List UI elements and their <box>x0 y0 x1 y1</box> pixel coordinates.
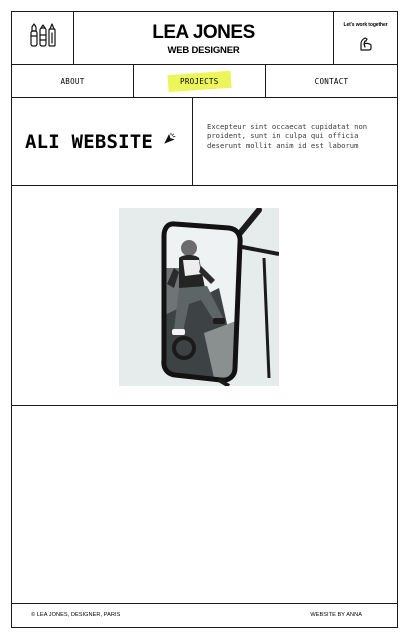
contact-cta[interactable]: Let's work together <box>333 12 397 64</box>
flexed-arm-icon <box>358 36 374 57</box>
cta-text: Let's work together <box>343 22 388 28</box>
content-spacer <box>12 407 397 604</box>
project-hero: ALI WEBSITE Excepteur sint occaecat cupi… <box>12 98 397 186</box>
project-title: ALI WEBSITE <box>25 130 154 153</box>
project-description: Excepteur sint occaecat cupidatat non pr… <box>207 122 368 150</box>
cursor-sparkle-icon <box>163 132 176 150</box>
logo[interactable] <box>12 12 74 64</box>
brand-role: WEB DESIGNER <box>167 45 240 56</box>
hero-title-cell: ALI WEBSITE <box>12 98 193 185</box>
brand-block[interactable]: LEA JONES WEB DESIGNER <box>74 12 333 64</box>
person-in-side-mirror-photo[interactable] <box>119 208 279 386</box>
nav-projects-label: PROJECTS <box>180 76 219 86</box>
nav-projects[interactable]: PROJECTS <box>134 65 266 97</box>
page-frame: LEA JONES WEB DESIGNER Let's work togeth… <box>11 11 398 628</box>
active-nav-highlight: PROJECTS <box>167 70 232 92</box>
nav-contact[interactable]: CONTACT <box>266 65 397 97</box>
footer-credit[interactable]: WEBSITE BY ANNA <box>310 612 362 618</box>
site-header: LEA JONES WEB DESIGNER Let's work togeth… <box>12 12 397 65</box>
main-nav: ABOUT PROJECTS CONTACT <box>12 65 397 98</box>
project-image-section <box>12 186 397 406</box>
footer-copyright: © LEA JONES, DESIGNER, PARIS <box>31 612 121 618</box>
design-tools-icon <box>29 22 57 54</box>
site-footer: © LEA JONES, DESIGNER, PARIS WEBSITE BY … <box>12 605 397 627</box>
nav-contact-label: CONTACT <box>314 76 349 86</box>
nav-about-label: ABOUT <box>60 76 85 86</box>
nav-about[interactable]: ABOUT <box>12 65 134 97</box>
brand-name: LEA JONES <box>152 22 255 43</box>
